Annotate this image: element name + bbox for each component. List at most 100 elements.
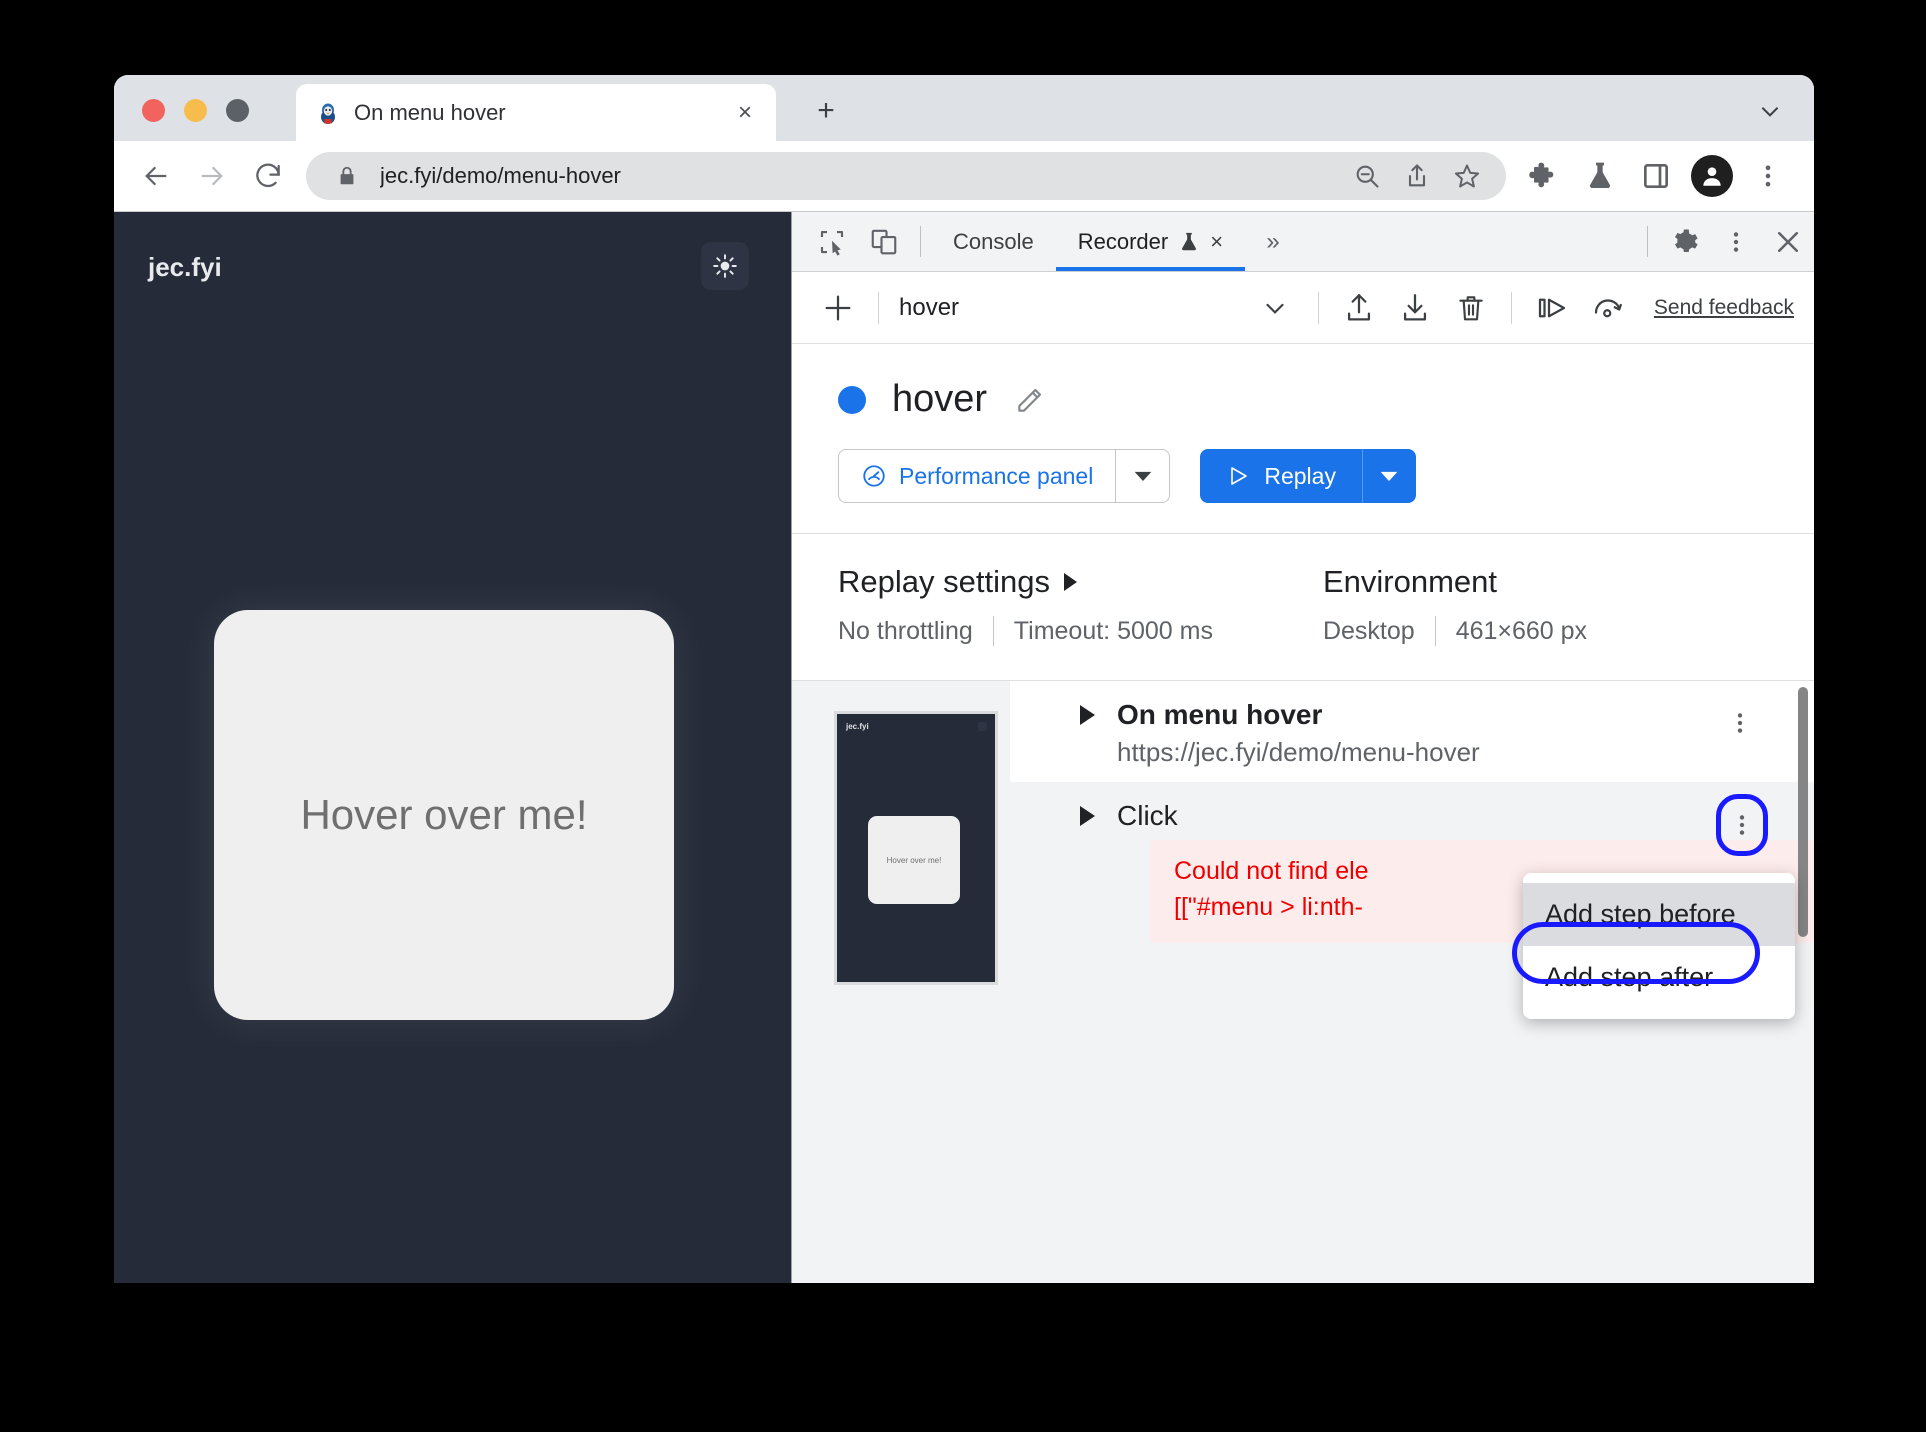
value-divider bbox=[1434, 616, 1436, 646]
throttling-value: No throttling bbox=[838, 616, 973, 645]
recording-name: hover bbox=[892, 378, 988, 420]
forward-icon[interactable] bbox=[184, 148, 240, 204]
steps-list: jec.fyi Hover over me! × bbox=[792, 681, 1814, 1283]
maximize-window-button[interactable] bbox=[226, 99, 249, 122]
expand-step-caret-icon[interactable] bbox=[1080, 806, 1095, 826]
extensions-puzzle-icon[interactable] bbox=[1518, 150, 1570, 202]
toolbar-divider bbox=[1317, 291, 1319, 324]
bookmark-star-icon[interactable] bbox=[1450, 159, 1484, 193]
replay-settings-group: Replay settings No throttling Timeout: 5… bbox=[838, 564, 1213, 646]
import-icon[interactable] bbox=[1387, 280, 1443, 336]
recording-header: hover Performance panel Replay bbox=[792, 344, 1814, 534]
theme-toggle-button[interactable] bbox=[701, 242, 749, 290]
thumbnail-hover-card: Hover over me! bbox=[868, 816, 960, 904]
replay-settings-toggle[interactable]: Replay settings bbox=[838, 564, 1213, 600]
steps-scrollbar[interactable] bbox=[1798, 687, 1808, 937]
step-header: Click bbox=[1080, 800, 1814, 832]
replay-split-button: Replay bbox=[1200, 449, 1416, 503]
devtools-close-icon[interactable] bbox=[1762, 212, 1814, 271]
tab-strip: On menu hover × + bbox=[114, 75, 1814, 141]
devtools-panel: Console Recorder × » hover Send feedback… bbox=[792, 212, 1814, 1283]
sun-icon bbox=[712, 253, 738, 279]
replay-speed-icon[interactable] bbox=[1580, 280, 1636, 336]
avatar bbox=[1691, 155, 1733, 197]
step-screenshot-thumbnail: jec.fyi Hover over me! bbox=[834, 711, 998, 985]
add-recording-button[interactable] bbox=[810, 280, 866, 336]
performance-panel-dropdown-arrow[interactable] bbox=[1115, 450, 1169, 502]
navigation-toolbar: jec.fyi/demo/menu-hover bbox=[114, 141, 1814, 211]
performance-panel-button[interactable]: Performance panel bbox=[839, 450, 1115, 502]
performance-panel-split-button: Performance panel bbox=[838, 449, 1171, 503]
penguin-favicon bbox=[316, 101, 340, 125]
browser-window: On menu hover × + jec.fyi/demo/menu-hove… bbox=[114, 75, 1814, 1283]
step-menu-icon[interactable] bbox=[1716, 794, 1768, 856]
back-icon[interactable] bbox=[128, 148, 184, 204]
thumbnail-card-label: Hover over me! bbox=[886, 855, 942, 865]
right-divider bbox=[1647, 226, 1648, 257]
minimize-window-button[interactable] bbox=[184, 99, 207, 122]
browser-menu-icon[interactable] bbox=[1742, 150, 1794, 202]
performance-gauge-icon bbox=[861, 463, 887, 489]
inspect-element-icon[interactable] bbox=[806, 212, 858, 271]
step-replay-icon[interactable] bbox=[1524, 280, 1580, 336]
step-title: On menu hover bbox=[1117, 699, 1323, 730]
toolbar-divider bbox=[878, 291, 879, 324]
thumbnail-brand: jec.fyi bbox=[846, 722, 869, 731]
experiments-flask-icon[interactable] bbox=[1574, 150, 1626, 202]
address-bar-url: jec.fyi/demo/menu-hover bbox=[380, 163, 621, 188]
close-tab-button[interactable]: × bbox=[730, 98, 760, 128]
tab-recorder[interactable]: Recorder × bbox=[1055, 212, 1246, 271]
profile-avatar-icon[interactable] bbox=[1686, 150, 1738, 202]
thumbnail-theme-toggle-icon bbox=[978, 722, 987, 731]
delete-icon[interactable] bbox=[1443, 280, 1499, 336]
browser-action-icons bbox=[1518, 150, 1794, 202]
more-tabs-icon[interactable]: » bbox=[1245, 212, 1301, 271]
recording-status-dot bbox=[838, 385, 866, 414]
replay-dropdown-arrow[interactable] bbox=[1361, 449, 1416, 503]
caret-right-icon bbox=[1063, 573, 1077, 591]
send-feedback-link[interactable]: Send feedback bbox=[1654, 296, 1794, 320]
settings-row: Replay settings No throttling Timeout: 5… bbox=[792, 534, 1814, 681]
settings-gear-icon[interactable] bbox=[1658, 212, 1710, 271]
step-menu-icon[interactable] bbox=[1720, 701, 1760, 745]
replay-settings-label: Replay settings bbox=[838, 564, 1050, 599]
viewport-value: 461×660 px bbox=[1455, 616, 1588, 645]
side-panel-icon[interactable] bbox=[1630, 150, 1682, 202]
new-tab-button[interactable]: + bbox=[804, 89, 848, 133]
tab-recorder-label: Recorder bbox=[1077, 228, 1169, 254]
environment-label: Environment bbox=[1322, 564, 1497, 599]
step-row[interactable]: On menu hover https://jec.fyi/demo/menu-… bbox=[1010, 681, 1814, 782]
devtools-menu-icon[interactable] bbox=[1710, 212, 1762, 271]
reload-icon[interactable] bbox=[240, 148, 296, 204]
browser-content: jec.fyi Hover over me! Console Recorder … bbox=[114, 211, 1814, 1283]
devtools-right-actions bbox=[1637, 212, 1814, 271]
zoom-out-icon[interactable] bbox=[1350, 159, 1384, 193]
value-divider bbox=[992, 616, 994, 646]
replay-settings-values: No throttling Timeout: 5000 ms bbox=[838, 616, 1213, 646]
chevron-down-icon[interactable] bbox=[1750, 91, 1790, 131]
tab-console[interactable]: Console bbox=[931, 212, 1056, 271]
recording-actions: Performance panel Replay bbox=[838, 449, 1768, 503]
device-value: Desktop bbox=[1322, 616, 1415, 645]
export-icon[interactable] bbox=[1331, 280, 1387, 336]
menu-item-add-step-after[interactable]: Add step after bbox=[1523, 946, 1795, 1009]
environment-group: Environment Desktop 461×660 px bbox=[1323, 564, 1587, 646]
recorder-toolbar: hover Send feedback bbox=[792, 272, 1814, 344]
browser-tab[interactable]: On menu hover × bbox=[296, 84, 776, 141]
environment-values: Desktop 461×660 px bbox=[1323, 616, 1587, 646]
menu-item-add-step-before[interactable]: Add step before bbox=[1523, 883, 1795, 946]
hover-target-card[interactable]: Hover over me! bbox=[214, 610, 674, 1020]
lock-icon bbox=[330, 159, 364, 193]
expand-step-caret-icon[interactable] bbox=[1080, 705, 1095, 725]
window-controls bbox=[142, 99, 249, 122]
pencil-icon[interactable] bbox=[1013, 383, 1047, 417]
share-icon[interactable] bbox=[1400, 159, 1434, 193]
address-bar[interactable]: jec.fyi/demo/menu-hover bbox=[306, 152, 1506, 200]
device-toolbar-icon[interactable] bbox=[858, 212, 910, 271]
close-recorder-tab-button[interactable]: × bbox=[1210, 229, 1223, 255]
recording-selector[interactable]: hover bbox=[891, 293, 1306, 323]
close-window-button[interactable] bbox=[142, 99, 165, 122]
performance-panel-label: Performance panel bbox=[899, 462, 1094, 489]
replay-button[interactable]: Replay bbox=[1200, 449, 1362, 503]
hover-card-label: Hover over me! bbox=[300, 791, 588, 838]
